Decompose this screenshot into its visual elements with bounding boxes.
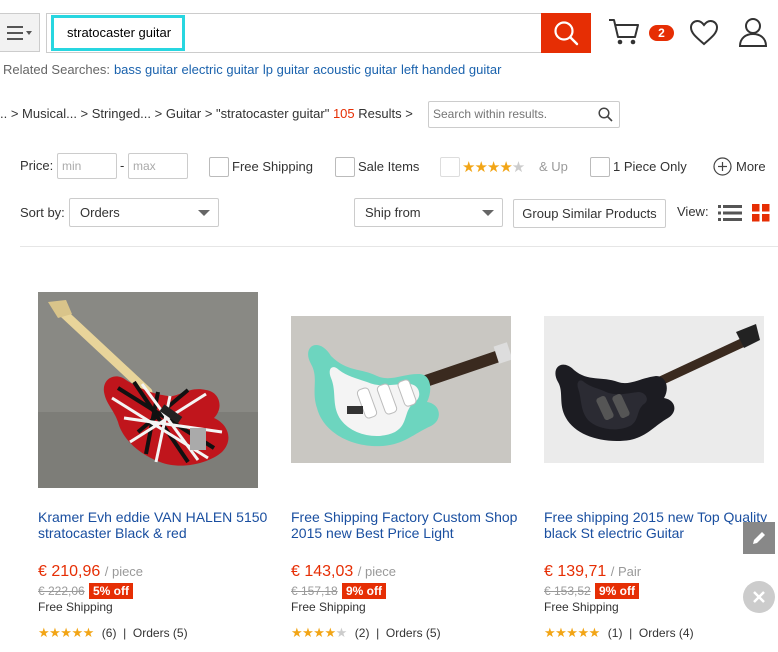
- free-shipping-text: Free Shipping: [291, 600, 366, 614]
- product-price: € 210,96 / piece: [38, 563, 143, 581]
- one-piece-checkbox[interactable]: [590, 157, 610, 177]
- chevron-down-icon: [482, 210, 494, 216]
- price-unit: / piece: [357, 564, 397, 579]
- product-rating: ★★★★★ (1) | Orders (4): [544, 625, 694, 640]
- product-rating: ★★★★★ (6) | Orders (5): [38, 625, 188, 640]
- rating-filter-checkbox[interactable]: [440, 157, 460, 177]
- product-title[interactable]: Free shipping 2015 new Top Quality black…: [544, 509, 774, 541]
- menu-button[interactable]: [0, 13, 40, 52]
- breadcrumb: .. > Musical... > Stringed... > Guitar >…: [0, 106, 413, 121]
- list-view-icon[interactable]: [718, 204, 742, 225]
- search-icon: [554, 21, 579, 46]
- one-piece-label: 1 Piece Only: [613, 159, 687, 174]
- results-label: Results >: [358, 106, 413, 121]
- product-price: € 143,03 / piece: [291, 563, 396, 581]
- product-rating: ★★★★★ (2) | Orders (5): [291, 625, 441, 640]
- discount-badge: 9% off: [342, 583, 386, 599]
- close-button[interactable]: [743, 581, 775, 613]
- free-shipping-text: Free Shipping: [38, 600, 113, 614]
- account-user-icon[interactable]: [738, 17, 768, 50]
- review-count[interactable]: (6): [102, 626, 117, 640]
- price-dash: -: [120, 158, 125, 173]
- sale-items-checkbox[interactable]: [335, 157, 355, 177]
- price-min-input[interactable]: min: [57, 153, 117, 179]
- price-unit: / piece: [104, 564, 144, 579]
- grid-view-icon[interactable]: [752, 204, 770, 225]
- header: stratocaster guitar 2: [0, 0, 778, 62]
- view-label: View:: [677, 204, 709, 219]
- close-icon: [753, 591, 765, 603]
- price-value: € 139,71: [544, 563, 607, 580]
- search-bar: stratocaster guitar: [46, 13, 542, 53]
- hamburger-icon: [6, 25, 32, 40]
- pencil-icon: [753, 532, 765, 544]
- sort-by-label: Sort by:: [20, 205, 65, 220]
- product-price: € 139,71 / Pair: [544, 563, 641, 581]
- breadcrumb-path[interactable]: .. > Musical... > Stringed... > Guitar >: [0, 106, 216, 121]
- product-title[interactable]: Free Shipping Factory Custom Shop 2015 n…: [291, 509, 521, 541]
- cart-count-badge: 2: [649, 25, 674, 41]
- review-count[interactable]: (2): [355, 626, 370, 640]
- more-filters-button[interactable]: More: [713, 157, 766, 176]
- rating-stars: ★★★★★: [38, 625, 94, 640]
- price-value: € 143,03: [291, 563, 354, 580]
- results-count: 105: [332, 106, 355, 121]
- sort-by-value: Orders: [80, 205, 120, 220]
- ship-from-select[interactable]: Ship from: [354, 198, 503, 227]
- chevron-down-icon: [198, 210, 210, 216]
- rating-stars: ★★★★★: [291, 625, 347, 640]
- ship-from-value: Ship from: [365, 205, 421, 220]
- search-input[interactable]: stratocaster guitar: [51, 15, 185, 51]
- price-unit: / Pair: [610, 564, 642, 579]
- search-within-input[interactable]: [429, 102, 589, 126]
- wishlist-heart-icon[interactable]: [689, 19, 719, 49]
- feedback-edit-button[interactable]: [743, 522, 775, 554]
- related-link-left-handed-guitar[interactable]: left handed guitar: [401, 62, 501, 77]
- price-value: € 210,96: [38, 563, 101, 580]
- breadcrumb-query: "stratocaster guitar": [216, 106, 330, 121]
- plus-circle-icon: [713, 157, 732, 176]
- related-link-acoustic-guitar[interactable]: acoustic guitar: [313, 62, 397, 77]
- discount-badge: 9% off: [595, 583, 639, 599]
- product-image[interactable]: [544, 316, 764, 463]
- search-within-icon[interactable]: [598, 107, 613, 125]
- product-image[interactable]: [38, 292, 258, 488]
- review-count[interactable]: (1): [608, 626, 623, 640]
- discount-badge: 5% off: [89, 583, 133, 599]
- price-label: Price:: [20, 158, 54, 173]
- related-searches: Related Searches: bass guitar electric gui…: [3, 62, 501, 77]
- cart-icon[interactable]: [608, 18, 640, 49]
- original-price: € 157,18: [291, 584, 338, 598]
- orders-count: Orders (5): [132, 626, 188, 640]
- product-title[interactable]: Kramer Evh eddie VAN HALEN 5150 stratoca…: [38, 509, 268, 541]
- free-shipping-text: Free Shipping: [544, 600, 619, 614]
- rating-filter-stars[interactable]: ★★★★★: [462, 158, 525, 176]
- search-within-results: [428, 101, 620, 128]
- related-link-bass-guitar[interactable]: bass guitar: [114, 62, 178, 77]
- rating-up-label: & Up: [539, 159, 568, 174]
- orders-count: Orders (5): [385, 626, 441, 640]
- sale-items-label: Sale Items: [358, 159, 420, 174]
- price-max-input[interactable]: max: [128, 153, 188, 179]
- divider: [20, 246, 778, 247]
- related-searches-label: Related Searches:: [3, 62, 110, 77]
- free-shipping-label: Free Shipping: [232, 159, 313, 174]
- search-button[interactable]: [541, 13, 591, 53]
- orders-count: Orders (4): [638, 626, 694, 640]
- sort-by-select[interactable]: Orders: [69, 198, 219, 227]
- rating-stars: ★★★★★: [544, 625, 600, 640]
- related-link-electric-guitar[interactable]: electric guitar: [182, 62, 259, 77]
- original-price: € 153,52: [544, 584, 591, 598]
- product-image[interactable]: [291, 316, 511, 463]
- more-label: More: [736, 159, 766, 174]
- group-similar-products-button[interactable]: Group Similar Products: [513, 199, 666, 228]
- original-price: € 222,06: [38, 584, 85, 598]
- related-link-lp-guitar[interactable]: lp guitar: [263, 62, 309, 77]
- free-shipping-checkbox[interactable]: [209, 157, 229, 177]
